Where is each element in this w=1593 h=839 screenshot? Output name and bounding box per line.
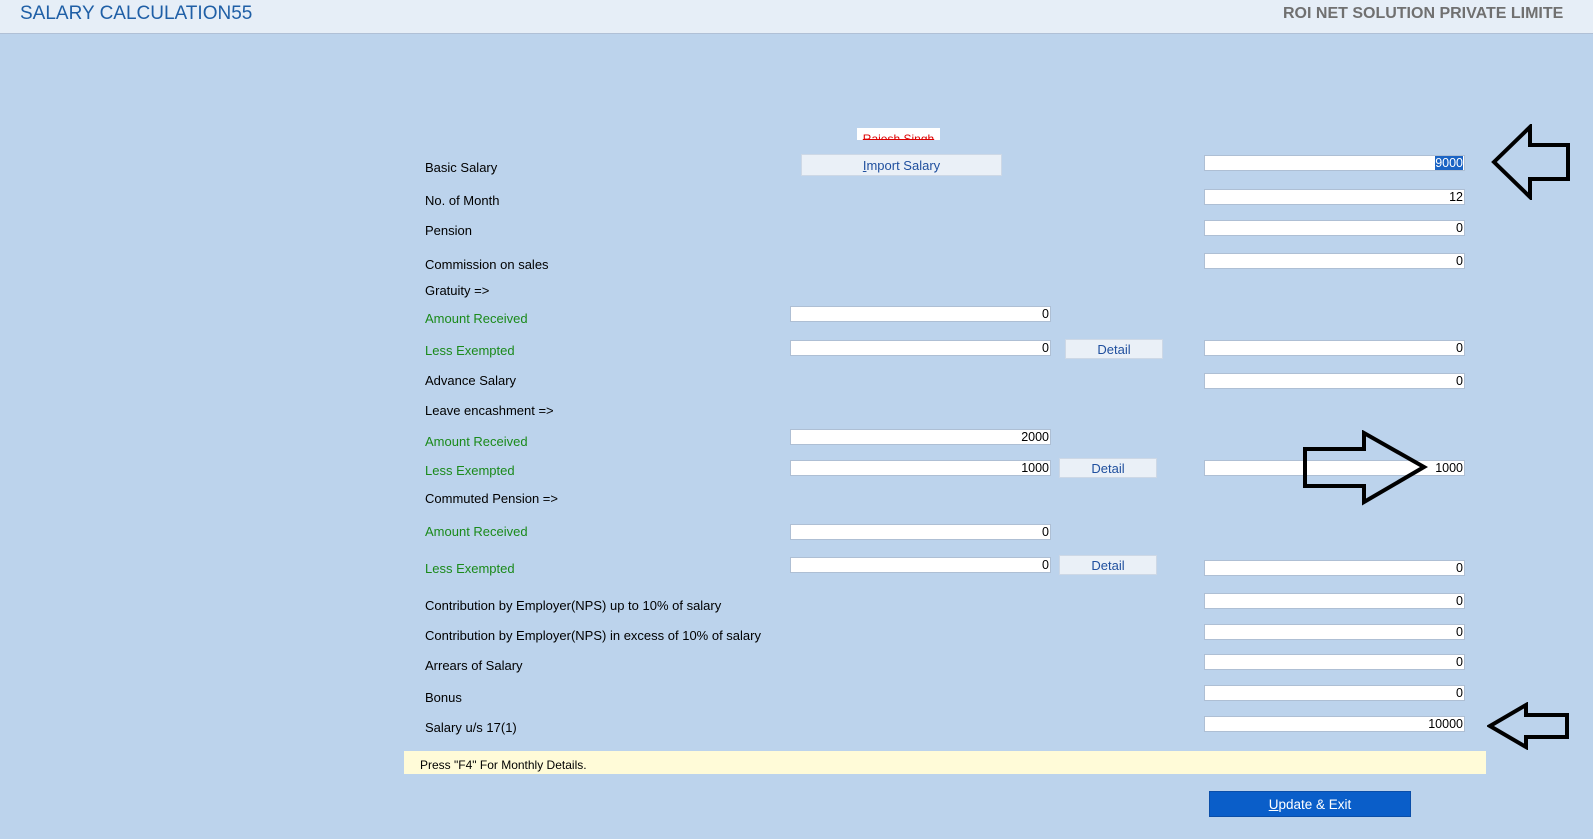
nps-excess-10-label: Contribution by Employer(NPS) in excess … <box>425 628 761 643</box>
gratuity-amount-received-input[interactable]: 0 <box>790 306 1051 322</box>
commission-input[interactable]: 0 <box>1204 253 1465 269</box>
nps-upto-10-label: Contribution by Employer(NPS) up to 10% … <box>425 598 722 613</box>
commuted-net-input[interactable]: 0 <box>1204 560 1465 576</box>
leave-less-exempted-label: Less Exempted <box>425 463 515 478</box>
commuted-less-exempted-input[interactable]: 0 <box>790 557 1051 573</box>
basic-salary-value: 9000 <box>1435 156 1463 170</box>
gratuity-label: Gratuity => <box>425 283 490 298</box>
commuted-amount-received-input[interactable]: 0 <box>790 524 1051 540</box>
import-salary-label: mport Salary <box>866 158 941 173</box>
advance-salary-input[interactable]: 0 <box>1204 373 1465 389</box>
arrears-input[interactable]: 0 <box>1204 654 1465 670</box>
update-exit-label: pdate & Exit <box>1278 797 1352 812</box>
nps-upto-10-input[interactable]: 0 <box>1204 593 1465 609</box>
right-arrow-icon <box>1303 430 1428 506</box>
hint-bar: Press "F4" For Monthly Details. <box>404 751 1486 774</box>
commission-label: Commission on sales <box>425 257 549 272</box>
pension-label: Pension <box>425 223 472 238</box>
gratuity-amount-received-label: Amount Received <box>425 311 528 326</box>
leave-amount-received-input[interactable]: 2000 <box>790 429 1051 445</box>
window-title: SALARY CALCULATION55 <box>20 3 253 24</box>
commuted-amount-received-label: Amount Received <box>425 524 528 539</box>
no-of-month-label: No. of Month <box>425 193 500 208</box>
leave-amount-received-label: Amount Received <box>425 434 528 449</box>
salary-17-1-input[interactable]: 10000 <box>1204 716 1465 732</box>
update-exit-hotkey: U <box>1268 797 1279 812</box>
company-name: ROI NET SOLUTION PRIVATE LIMITE <box>1283 5 1564 22</box>
commuted-less-exempted-label: Less Exempted <box>425 561 515 576</box>
arrears-label: Arrears of Salary <box>425 658 523 673</box>
left-arrow-icon-bottom <box>1487 702 1569 750</box>
leave-detail-button[interactable]: Detail <box>1059 458 1157 478</box>
gratuity-less-exempted-label: Less Exempted <box>425 343 515 358</box>
gratuity-net-input[interactable]: 0 <box>1204 340 1465 356</box>
employee-name: Rajesh Singh <box>857 128 940 140</box>
pension-input[interactable]: 0 <box>1204 220 1465 236</box>
salary-17-1-label: Salary u/s 17(1) <box>425 720 517 735</box>
gratuity-detail-button[interactable]: Detail <box>1065 339 1163 359</box>
bonus-input[interactable]: 0 <box>1204 685 1465 701</box>
commuted-detail-button[interactable]: Detail <box>1059 555 1157 575</box>
update-exit-button[interactable]: Update & Exit <box>1209 791 1411 817</box>
left-arrow-icon <box>1491 124 1570 200</box>
advance-salary-label: Advance Salary <box>425 373 517 388</box>
basic-salary-label: Basic Salary <box>425 160 498 175</box>
no-of-month-input[interactable]: 12 <box>1204 189 1465 205</box>
leave-less-exempted-input[interactable]: 1000 <box>790 460 1051 476</box>
leave-encashment-label: Leave encashment => <box>425 403 554 418</box>
bonus-label: Bonus <box>425 690 462 705</box>
nps-excess-10-input[interactable]: 0 <box>1204 624 1465 640</box>
commuted-pension-label: Commuted Pension => <box>425 491 558 506</box>
title-bar: SALARY CALCULATION55 ROI NET SOLUTION PR… <box>0 0 1593 34</box>
import-salary-button[interactable]: Import Salary <box>801 154 1002 176</box>
gratuity-less-exempted-input[interactable]: 0 <box>790 340 1051 356</box>
basic-salary-input[interactable]: 9000 <box>1204 155 1465 171</box>
